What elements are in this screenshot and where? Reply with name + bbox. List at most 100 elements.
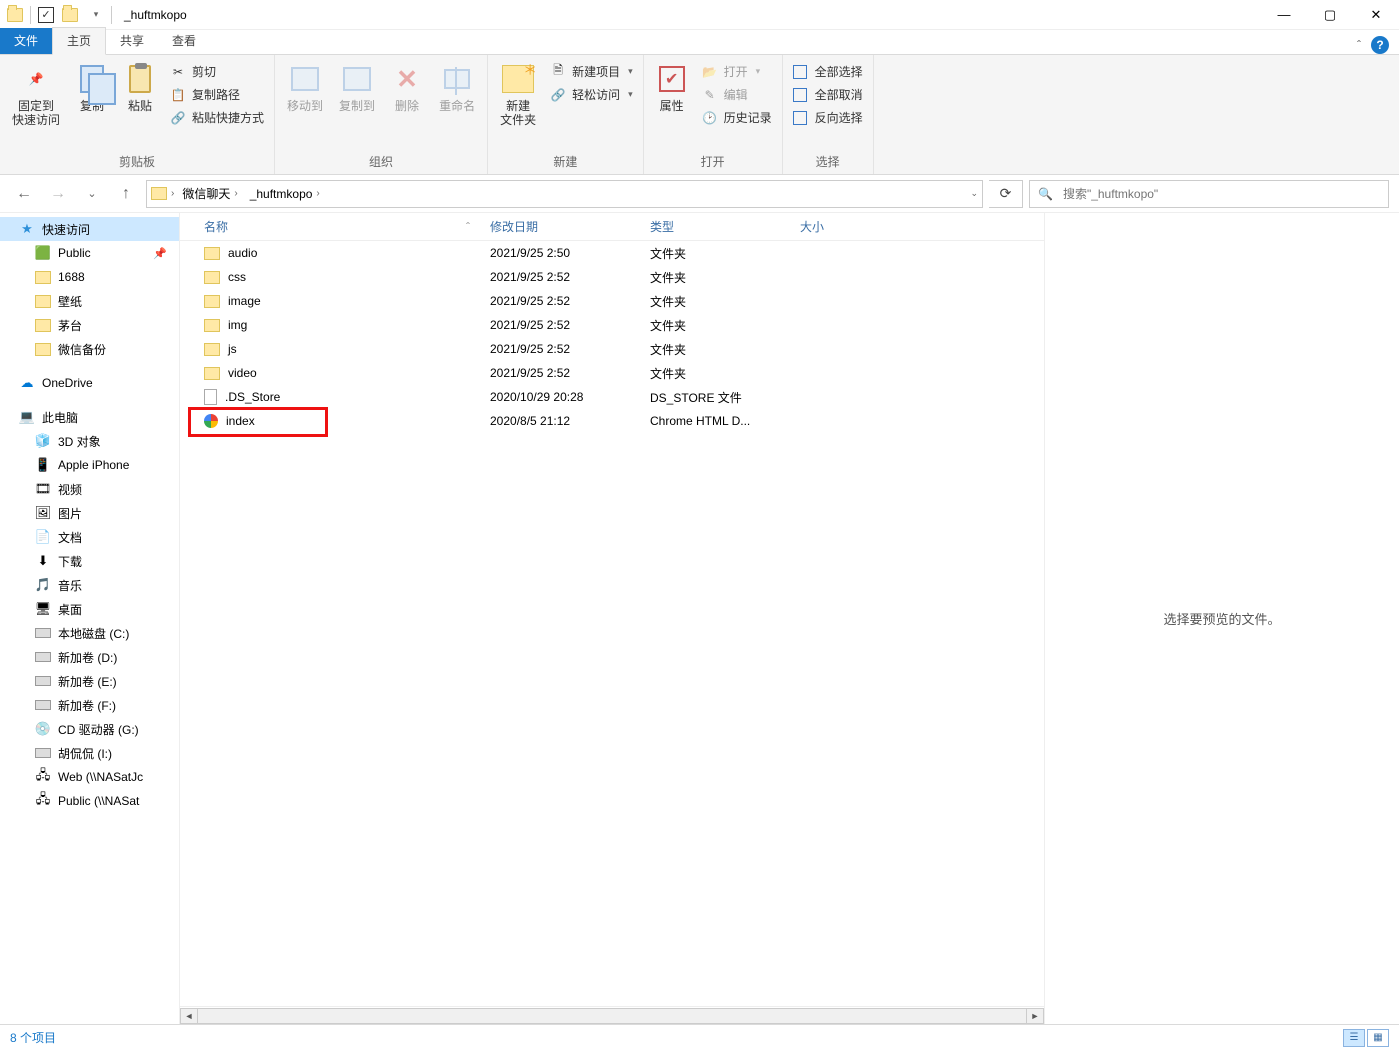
nav-item-icon (34, 744, 52, 762)
nav-quick-access[interactable]: ★快速访问 (0, 217, 179, 241)
nav-this-pc[interactable]: 💻此电脑 (0, 405, 179, 429)
close-button[interactable]: ✕ (1353, 0, 1399, 30)
nav-item-icon: 💿 (34, 720, 52, 738)
qat-folder-icon[interactable] (61, 6, 79, 24)
file-row[interactable]: css2021/9/25 2:52文件夹 (180, 265, 1044, 289)
search-input[interactable] (1061, 186, 1380, 202)
help-icon[interactable]: ? (1371, 36, 1389, 54)
nav-item-icon (34, 696, 52, 714)
back-button[interactable]: ← (10, 180, 38, 208)
tab-share[interactable]: 共享 (106, 28, 158, 54)
nav-item-icon: 📱 (34, 456, 52, 474)
file-row[interactable]: js2021/9/25 2:52文件夹 (180, 337, 1044, 361)
nav-pc-item[interactable]: 📄文档 (0, 525, 179, 549)
nav-pc-item[interactable]: 新加卷 (D:) (0, 645, 179, 669)
new-item-button[interactable]: 🗎新建项目▾ (546, 61, 637, 82)
nav-pc-item[interactable]: 🖥桌面 (0, 597, 179, 621)
scroll-left-button[interactable]: ◄ (180, 1008, 198, 1024)
copypath-icon: 📋 (170, 87, 186, 103)
file-row[interactable]: image2021/9/25 2:52文件夹 (180, 289, 1044, 313)
nav-pc-item[interactable]: 本地磁盘 (C:) (0, 621, 179, 645)
open-button[interactable]: 📂打开▾ (698, 61, 776, 82)
nav-pc-item[interactable]: 💿CD 驱动器 (G:) (0, 717, 179, 741)
crumb-1[interactable]: _huftmkopo› (246, 187, 324, 201)
select-none-button[interactable]: 全部取消 (789, 84, 867, 105)
forward-button[interactable]: → (44, 180, 72, 208)
group-new-label: 新建 (494, 151, 637, 174)
file-rows[interactable]: audio2021/9/25 2:50文件夹css2021/9/25 2:52文… (180, 241, 1044, 1006)
new-folder-button[interactable]: 新建 文件夹 (494, 59, 542, 131)
history-icon: 🕑 (702, 110, 718, 126)
nav-quick-item[interactable]: 🟩Public📌 (0, 241, 179, 265)
easy-access-button[interactable]: 🔗轻松访问▾ (546, 84, 637, 105)
addr-dropdown-icon[interactable]: ⌄ (970, 188, 978, 199)
cut-icon: ✂ (170, 64, 186, 80)
scroll-track[interactable] (198, 1008, 1026, 1024)
pin-quickaccess-button[interactable]: 📌 固定到 快速访问 (6, 59, 66, 131)
ribbon-tabs: 文件 主页 共享 查看 ˆ ? (0, 30, 1399, 55)
folder-icon (204, 295, 220, 308)
nav-pc-item[interactable]: 新加卷 (F:) (0, 693, 179, 717)
copy-button[interactable]: 复制 (70, 59, 114, 117)
copy-path-button[interactable]: 📋复制路径 (166, 84, 268, 105)
qat-dropdown-icon[interactable]: ▾ (87, 6, 105, 24)
up-button[interactable]: ↑ (112, 180, 140, 208)
col-name[interactable]: 名称ˆ (180, 218, 480, 235)
file-row[interactable]: index2020/8/5 21:12Chrome HTML D... (180, 409, 1044, 433)
file-row[interactable]: video2021/9/25 2:52文件夹 (180, 361, 1044, 385)
crumb-0[interactable]: 微信聊天› (178, 185, 241, 202)
copy-icon (76, 63, 108, 95)
edit-icon: ✎ (702, 87, 718, 103)
history-button[interactable]: 🕑历史记录 (698, 107, 776, 128)
nav-pc-item[interactable]: ⬇下载 (0, 549, 179, 573)
nav-quick-item[interactable]: 微信备份 (0, 337, 179, 361)
refresh-button[interactable]: ⟳ (989, 180, 1023, 208)
col-type[interactable]: 类型 (640, 218, 790, 235)
collapse-ribbon-icon[interactable]: ˆ (1357, 38, 1361, 52)
main-area: ★快速访问 🟩Public📌1688壁纸茅台微信备份 ☁OneDrive 💻此电… (0, 213, 1399, 1024)
nav-pc-item[interactable]: 胡侃侃 (I:) (0, 741, 179, 765)
move-to-button[interactable]: 移动到 (281, 59, 329, 117)
qat-check-icon[interactable]: ✓ (37, 6, 55, 24)
paste-button[interactable]: 粘贴 (118, 59, 162, 117)
nav-quick-item[interactable]: 茅台 (0, 313, 179, 337)
nav-pc-item[interactable]: 🧊3D 对象 (0, 429, 179, 453)
paste-shortcut-button[interactable]: 🔗粘贴快捷方式 (166, 107, 268, 128)
nav-pc-item[interactable]: 🖧Web (\\NASatJc (0, 765, 179, 789)
file-row[interactable]: img2021/9/25 2:52文件夹 (180, 313, 1044, 337)
address-bar[interactable]: › 微信聊天› _huftmkopo› ⌄ (146, 180, 983, 208)
nav-pc-item[interactable]: 新加卷 (E:) (0, 669, 179, 693)
tab-home[interactable]: 主页 (52, 27, 106, 55)
tab-file[interactable]: 文件 (0, 28, 52, 54)
nav-pc-item[interactable]: 🎵音乐 (0, 573, 179, 597)
rename-button[interactable]: 重命名 (433, 59, 481, 117)
nav-pc-item[interactable]: 🎞视频 (0, 477, 179, 501)
col-size[interactable]: 大小 (790, 218, 1044, 235)
file-row[interactable]: .DS_Store2020/10/29 20:28DS_STORE 文件 (180, 385, 1044, 409)
view-icons-button[interactable]: ▦ (1367, 1029, 1389, 1047)
recent-dropdown[interactable]: ⌄ (78, 180, 106, 208)
edit-button[interactable]: ✎编辑 (698, 84, 776, 105)
view-details-button[interactable]: ☰ (1343, 1029, 1365, 1047)
maximize-button[interactable]: ▢ (1307, 0, 1353, 30)
nav-onedrive[interactable]: ☁OneDrive (0, 371, 179, 395)
nav-pc-item[interactable]: 📱Apple iPhone (0, 453, 179, 477)
nav-pc-item[interactable]: 🖧Public (\\NASat (0, 789, 179, 813)
select-all-button[interactable]: 全部选择 (789, 61, 867, 82)
nav-pc-item[interactable]: 🖼图片 (0, 501, 179, 525)
properties-button[interactable]: 属性 (650, 59, 694, 117)
search-box[interactable]: 🔍 (1029, 180, 1389, 208)
horizontal-scrollbar[interactable]: ◄ ► (180, 1006, 1044, 1024)
tab-view[interactable]: 查看 (158, 28, 210, 54)
nav-quick-item[interactable]: 1688 (0, 265, 179, 289)
copy-to-button[interactable]: 复制到 (333, 59, 381, 117)
cut-button[interactable]: ✂剪切 (166, 61, 268, 82)
nav-quick-item[interactable]: 壁纸 (0, 289, 179, 313)
file-row[interactable]: audio2021/9/25 2:50文件夹 (180, 241, 1044, 265)
col-date[interactable]: 修改日期 (480, 218, 640, 235)
select-invert-button[interactable]: 反向选择 (789, 107, 867, 128)
minimize-button[interactable]: — (1261, 0, 1307, 30)
scroll-right-button[interactable]: ► (1026, 1008, 1044, 1024)
navigation-pane[interactable]: ★快速访问 🟩Public📌1688壁纸茅台微信备份 ☁OneDrive 💻此电… (0, 213, 180, 1024)
delete-button[interactable]: ✕删除 (385, 59, 429, 117)
